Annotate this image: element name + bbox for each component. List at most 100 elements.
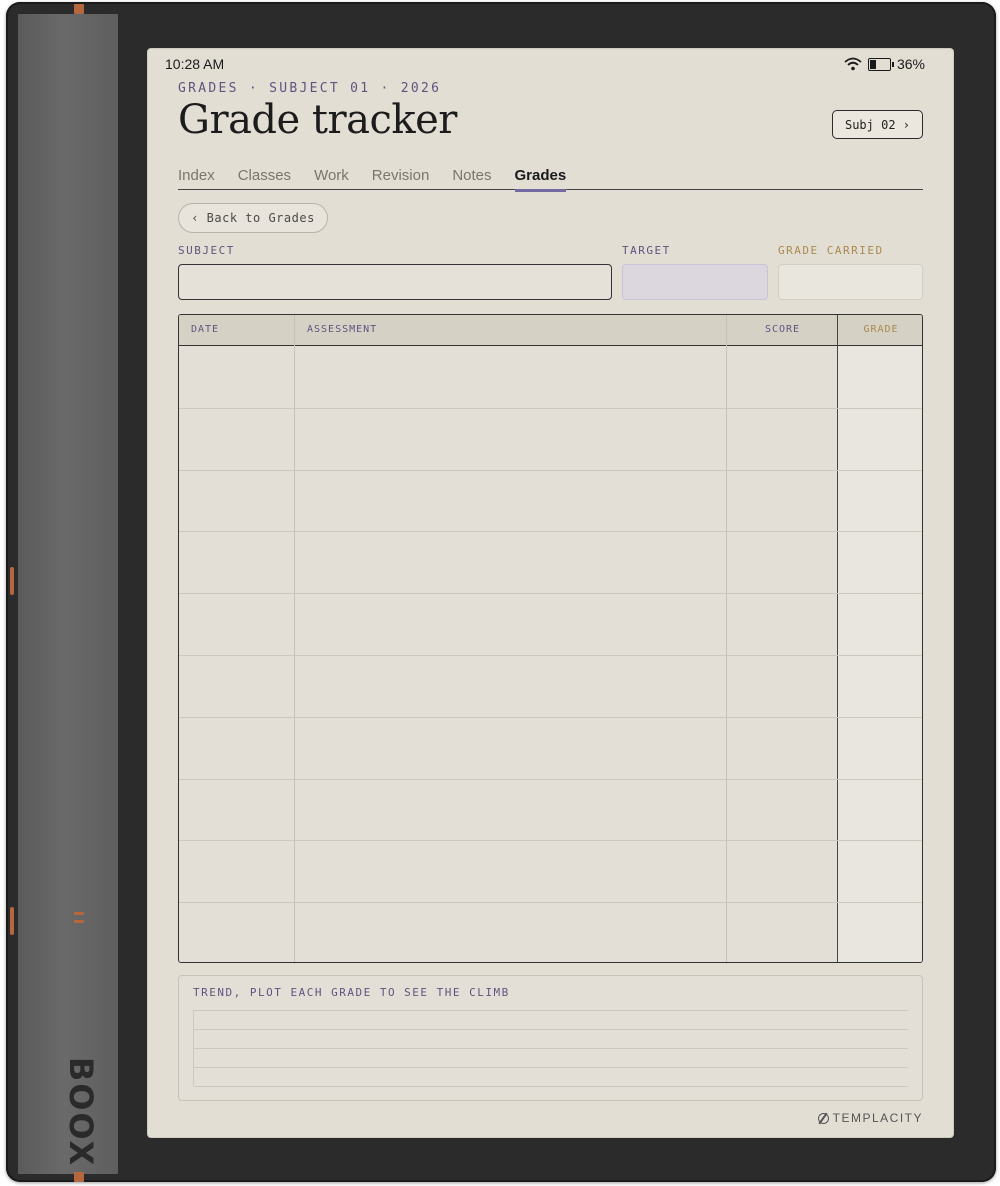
footer-brand-text: TEMPLACITY [832,1111,923,1125]
row-divider [179,716,922,718]
grade-cell[interactable] [838,531,922,593]
table-row [179,346,922,408]
score-cell[interactable] [727,531,837,593]
date-cell[interactable] [179,593,294,655]
tab-revision[interactable]: Revision [372,165,430,190]
score-cell[interactable] [727,717,837,779]
date-cell[interactable] [179,717,294,779]
next-subject-button[interactable]: Subj 02 › [832,110,923,139]
tab-classes[interactable]: Classes [238,165,291,190]
grade-carried-field[interactable] [778,264,923,300]
table-row [179,593,922,655]
score-cell[interactable] [727,408,837,470]
side-button [10,567,14,595]
score-cell[interactable] [727,593,837,655]
status-bar: 10:28 AM 36% [165,56,925,74]
grade-cell[interactable] [838,779,922,841]
tab-grades[interactable]: Grades [514,165,566,192]
grade-cell[interactable] [838,717,922,779]
date-cell[interactable] [179,840,294,902]
table-row [179,840,922,902]
templacity-logo-icon [817,1112,829,1124]
assessment-cell[interactable] [295,531,726,593]
row-divider [179,531,922,533]
grade-cell[interactable] [838,902,922,962]
grade-cell[interactable] [838,840,922,902]
assessment-cell[interactable] [295,408,726,470]
table-row [179,408,922,470]
table-row [179,779,922,841]
row-divider [179,593,922,595]
score-cell[interactable] [727,470,837,532]
tab-work[interactable]: Work [314,165,349,190]
column-header-date: DATE [191,324,220,335]
trend-line [194,1029,908,1030]
assessment-cell[interactable] [295,346,726,408]
row-divider [179,407,922,409]
row-divider [179,902,922,904]
trend-plot-area[interactable] [193,1010,908,1087]
device-brand-logo: BOOX [62,1056,101,1168]
copper-accent-bottom [74,1172,84,1182]
breadcrumb: GRADES · SUBJECT 01 · 2026 [178,81,442,96]
row-divider [179,778,922,780]
trend-line [194,1086,908,1087]
date-cell[interactable] [179,408,294,470]
table-row [179,531,922,593]
table-row [179,902,922,962]
copper-accent [74,912,84,915]
trend-line [194,1010,908,1011]
table-header: DATE ASSESSMENT SCORE GRADE [179,315,922,346]
grades-table: DATE ASSESSMENT SCORE GRADE [178,314,923,963]
score-cell[interactable] [727,779,837,841]
subject-label: SUBJECT [178,244,235,257]
target-label: TARGET [622,244,671,257]
score-cell[interactable] [727,840,837,902]
grade-cell[interactable] [838,408,922,470]
battery-icon [867,57,894,71]
screen: 10:28 AM 36% GRADES · SUBJECT 01 · 2026 … [148,49,953,1137]
battery-percent: 36% [896,56,925,72]
trend-line [194,1067,908,1068]
date-cell[interactable] [179,470,294,532]
tab-notes[interactable]: Notes [452,165,491,190]
footer-brand: TEMPLACITY [817,1111,923,1125]
score-cell[interactable] [727,902,837,962]
target-field[interactable] [622,264,768,300]
date-cell[interactable] [179,346,294,408]
date-cell[interactable] [179,779,294,841]
table-row [179,470,922,532]
trend-panel: TREND, PLOT EACH GRADE TO SEE THE CLIMB [178,975,923,1101]
trend-label: TREND, PLOT EACH GRADE TO SEE THE CLIMB [193,986,510,999]
assessment-cell[interactable] [295,593,726,655]
back-to-grades-button[interactable]: ‹ Back to Grades [178,203,328,233]
tab-index[interactable]: Index [178,165,215,190]
date-cell[interactable] [179,655,294,717]
grade-cell[interactable] [838,593,922,655]
assessment-cell[interactable] [295,840,726,902]
page-title: Grade tracker [178,97,457,143]
column-header-grade: GRADE [863,324,899,335]
assessment-cell[interactable] [295,717,726,779]
subject-field[interactable] [178,264,612,300]
table-row [179,717,922,779]
tab-bar: Index Classes Work Revision Notes Grades [178,165,923,192]
assessment-cell[interactable] [295,902,726,962]
row-divider [179,469,922,471]
assessment-cell[interactable] [295,655,726,717]
copper-accent-top [74,4,84,14]
score-cell[interactable] [727,655,837,717]
date-cell[interactable] [179,902,294,962]
score-cell[interactable] [727,346,837,408]
grade-cell[interactable] [838,470,922,532]
date-cell[interactable] [179,531,294,593]
wifi-icon [844,57,862,71]
row-divider [179,840,922,842]
device-spine: BOOX [18,4,118,1182]
grade-cell[interactable] [838,346,922,408]
assessment-cell[interactable] [295,470,726,532]
assessment-cell[interactable] [295,779,726,841]
column-header-score: SCORE [764,324,801,335]
grade-cell[interactable] [838,655,922,717]
side-button [10,907,14,935]
